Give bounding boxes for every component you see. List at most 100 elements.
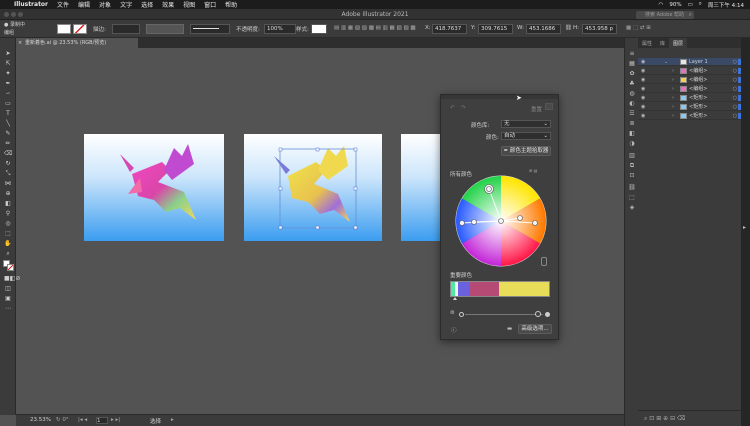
menu-window[interactable]: 窗口 [204,0,216,9]
stroke-weight-field[interactable] [112,24,140,34]
properties-icon[interactable]: ≡ [628,50,636,58]
type-tool-icon[interactable]: T [4,110,12,118]
color-slider-handle[interactable] [535,311,541,317]
constrain-icon[interactable]: ⛓ [565,25,572,31]
target-circle-icon[interactable]: ○ [733,67,737,75]
transform-panel-icon[interactable]: ⊡ [628,172,636,180]
visibility-eye-icon[interactable]: ◉ [641,76,645,84]
brightness-toggle-icon[interactable] [541,257,547,266]
pathfinder-icon[interactable]: ⧉ [628,162,636,170]
expand-arrow-icon[interactable]: ▸ [743,224,746,231]
stroke-color-box[interactable] [7,264,14,271]
display-mode-icons[interactable]: ⊞ ▤ [529,168,537,173]
important-color-swatch[interactable] [499,282,549,296]
target-circle-icon[interactable]: ○ [733,103,737,111]
shape-builder-icon[interactable]: ⊕ [4,190,12,198]
sublayer-row[interactable]: ◉ › <矩形> ○ [638,103,741,111]
expand-chevron-icon[interactable]: › [672,103,674,111]
document-tab[interactable]: × 重新着色.ai @ 23.53% (RGB/预览) [16,38,138,48]
opacity-field[interactable]: 100% [264,24,296,34]
curvature-icon[interactable]: ∽ [4,90,12,98]
align-panel-icon[interactable]: ▥ [628,152,636,160]
width-tool-icon[interactable]: ⋈ [4,180,12,188]
stroke-icon[interactable]: ≣ [628,120,636,128]
zoom-tool-icon[interactable]: ⌕ [4,250,12,258]
appearance-icon[interactable]: ◐ [628,100,636,108]
help-search-input[interactable]: 搜索 Adobe 帮助 [636,11,694,19]
drawing-mode-icon[interactable]: ◫ [4,285,12,293]
visibility-eye-icon[interactable]: ◉ [641,58,645,66]
sublayer-row[interactable]: ◉ › <矩形> ○ [638,94,741,102]
align-icons[interactable]: ▤ ▥ ▦ ▧ ▨ ▩ ▤ ▥ ▦ ▧ ▨ ▩ [334,25,416,31]
rotate-icon[interactable]: ↻ [4,160,12,168]
artboard-tool-icon[interactable]: ⬚ [4,230,12,238]
layer-row[interactable]: ◉ ⌄ Layer 1 ○ [638,58,741,66]
redo-icon[interactable]: ↷ [461,105,466,111]
color-slider-track[interactable] [465,314,543,315]
variable-width-profile[interactable] [146,24,184,34]
graphic-style-swatch[interactable] [311,24,327,34]
magic-wand-icon[interactable]: ✦ [4,70,12,78]
app-menu[interactable]: Illustrator [14,1,48,8]
pencil-icon[interactable]: ✏ [4,140,12,148]
blend-icon[interactable]: ◎ [4,220,12,228]
menu-select[interactable]: 选择 [141,0,153,9]
paintbrush-icon[interactable]: ✎ [4,130,12,138]
tab-libraries[interactable]: 库 [656,38,669,48]
important-colors-bar[interactable] [450,281,550,297]
sublayer-row[interactable]: ◉ › <编组> ○ [638,85,741,93]
expand-chevron-icon[interactable]: › [672,67,674,75]
visibility-eye-icon[interactable]: ◉ [641,85,645,93]
artboard-nav-prev-icon[interactable]: |◂ ◂ [78,417,87,423]
width-field[interactable]: 453.1686 [526,24,561,34]
tab-layers[interactable]: 图层 [669,38,688,48]
brushes-icon[interactable]: ✿ [628,70,636,78]
more-tools-icon[interactable]: ⋯ [4,305,12,313]
artboard-nav-next-icon[interactable]: ▸ ▸| [111,417,120,423]
target-circle-icon[interactable]: ○ [733,112,737,120]
symbols-icon[interactable]: ♣ [628,80,636,88]
color-library-dropdown[interactable]: 无 ⌄ [501,120,551,128]
sublayer-row[interactable]: ◉ › <编组> ○ [638,67,741,75]
rotate-view-icon[interactable]: ↻ 0° [56,417,69,423]
menu-effect[interactable]: 效果 [162,0,174,9]
selection-tool-icon[interactable]: ➤ [4,50,12,58]
fill-swatch[interactable] [57,24,71,34]
expand-chevron-icon[interactable]: › [672,112,674,120]
graphic-styles-icon[interactable]: ◍ [628,90,636,98]
visibility-eye-icon[interactable]: ◉ [641,94,645,102]
artboard-1[interactable] [84,134,224,241]
color-mode-icons[interactable]: ■◧⊘ [4,275,20,283]
panel-drag-bar[interactable] [441,95,558,99]
expand-chevron-icon[interactable]: › [672,85,674,93]
scale-icon[interactable]: ⤡ [4,170,12,178]
doc-tab-close-icon[interactable]: × [18,38,22,48]
layers-panel-icon[interactable]: ◈ [628,204,636,212]
target-circle-icon[interactable]: ○ [733,85,737,93]
search-icon[interactable]: ⌕ [699,1,702,8]
menu-help[interactable]: 帮助 [225,0,237,9]
expand-chevron-icon[interactable]: › [672,94,674,102]
clock[interactable]: 周三下午 4:14 [708,1,744,9]
screen-mode-icon[interactable]: ▣ [4,295,12,303]
color-guide-icon[interactable]: ☰ [628,110,636,118]
x-field[interactable]: 418.7637 [432,24,467,34]
zoom-level[interactable]: 23.53% [30,417,51,423]
hand-tool-icon[interactable]: ✋ [4,240,12,248]
sublayer-row[interactable]: ◉ › <矩形> ○ [638,112,741,120]
advanced-options-button[interactable]: 高级选项... [518,324,552,334]
save-group-icon[interactable]: ▬ [507,326,512,332]
menu-object[interactable]: 对象 [99,0,111,9]
target-circle-icon[interactable]: ○ [733,94,737,102]
target-circle-icon[interactable]: ○ [733,76,737,84]
height-field[interactable]: 453.958 p [582,24,617,34]
info-icon[interactable]: ⓘ [451,326,457,334]
artboard-number-field[interactable]: 1 [96,417,108,424]
artboard-3[interactable] [401,134,441,241]
gradient-icon[interactable]: ◧ [4,200,12,208]
wifi-icon[interactable]: ◠ [659,2,664,8]
sublayer-row[interactable]: ◉ › <编组> ○ [638,76,741,84]
slider-start-handle[interactable] [459,312,464,317]
expand-chevron-icon[interactable]: ⌄ [664,58,668,66]
y-field[interactable]: 309.7615 [478,24,513,34]
